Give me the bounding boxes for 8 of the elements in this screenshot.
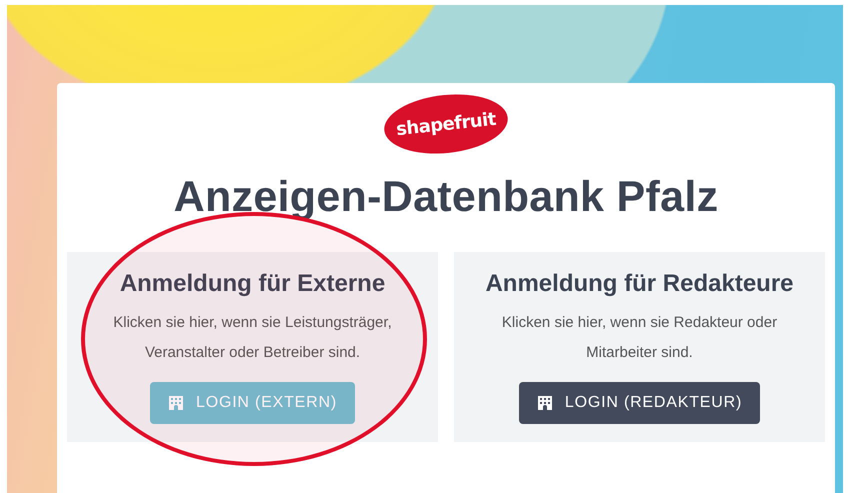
- login-button[interactable]: LOGIN (REDAKTEUR): [518, 382, 760, 424]
- building-icon: [168, 395, 184, 411]
- building-icon: [536, 395, 553, 411]
- panel-heading: Anmeldung für Externe: [120, 270, 386, 298]
- panel-description: Klicken sie hier, wenn sie Leistungsträger, Veranstalter oder Betreiber sind.: [112, 313, 393, 363]
- panel-heading: Anmeldung für Redakteure: [485, 270, 794, 298]
- page-title: Anzeigen-Datenbank Pfalz: [174, 173, 718, 222]
- panel-description: Klicken sie hier, wenn sie Redakteur oder Mitarbeiter sind.: [500, 313, 778, 363]
